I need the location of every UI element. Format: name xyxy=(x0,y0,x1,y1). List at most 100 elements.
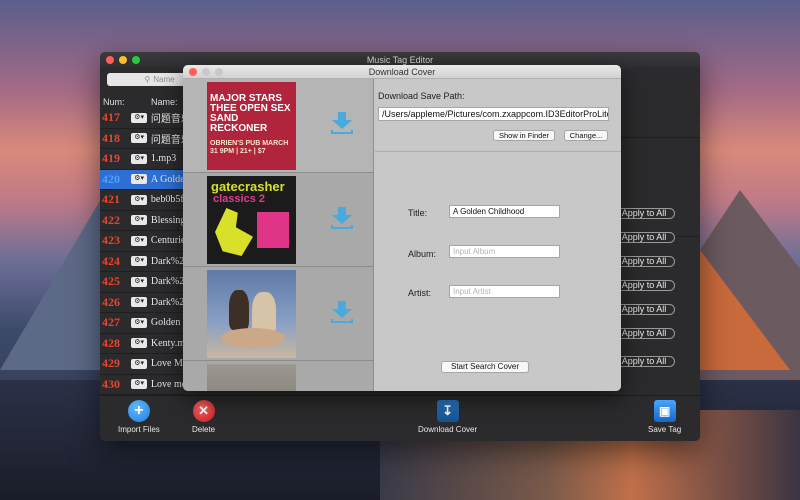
title-field[interactable]: A Golden Childhood xyxy=(449,205,560,218)
file-name: Dark%20 xyxy=(150,255,186,267)
save-path-label: Download Save Path: xyxy=(378,91,465,101)
file-name: 1.mp3 xyxy=(150,153,177,165)
file-list-row[interactable]: 428 ⚙▾Kenty.mp xyxy=(100,333,186,354)
cover-result-item[interactable] xyxy=(183,361,373,391)
row-number: 424 xyxy=(102,253,120,268)
zoom-window-button[interactable] xyxy=(132,56,140,64)
download-arrow-icon[interactable] xyxy=(331,207,353,231)
file-list-row[interactable]: 421 ⚙▾ beb0b5f xyxy=(100,190,186,211)
name-column-header: Name: xyxy=(151,97,178,107)
download-arrow-icon[interactable] xyxy=(331,112,353,136)
toolbar: + Import Files ✕ Delete ↧ Download Cover… xyxy=(100,395,700,441)
file-list-row[interactable]: 420 ⚙▾ A Golden xyxy=(100,169,186,190)
minimize-window-button[interactable] xyxy=(119,56,127,64)
file-name: A Golden xyxy=(150,173,186,185)
file-list-row[interactable]: 430 ⚙▾ Love me xyxy=(100,374,186,395)
file-name: Kenty.mp xyxy=(150,337,186,349)
apply-to-all-button[interactable]: Apply to All xyxy=(613,356,675,367)
file-name: Love me xyxy=(150,378,186,390)
start-search-cover-button[interactable]: Start Search Cover xyxy=(441,361,529,373)
artist-field[interactable]: Input Artist xyxy=(449,285,560,298)
apply-to-all-button[interactable]: Apply to All xyxy=(613,256,675,267)
apply-to-all-button[interactable]: Apply to All xyxy=(613,304,675,315)
file-list-row[interactable]: 429 ⚙▾ Love Mc xyxy=(100,354,186,375)
dialog-titlebar: Download Cover xyxy=(183,65,621,79)
cover-headline: gatecrasher xyxy=(211,179,285,194)
plus-icon: + xyxy=(127,400,150,422)
album-cover-image xyxy=(207,364,296,391)
apply-to-all-button[interactable]: Apply to All xyxy=(613,232,675,243)
gear-menu-icon[interactable]: ⚙▾ xyxy=(131,297,147,308)
minimize-dialog-button xyxy=(202,68,210,76)
row-number: 419 xyxy=(102,151,120,166)
download-cover-button[interactable]: ↧ Download Cover xyxy=(418,400,477,434)
file-list-row[interactable]: 424 ⚙▾ Dark%20 xyxy=(100,251,186,272)
album-cover-image xyxy=(207,270,296,358)
gear-menu-icon[interactable]: ⚙▾ xyxy=(131,379,147,390)
gear-menu-icon[interactable]: ⚙▾ xyxy=(131,338,147,349)
show-in-finder-button[interactable]: Show in Finder xyxy=(493,130,555,141)
close-dialog-button[interactable] xyxy=(189,68,197,76)
file-list-row[interactable]: 417 ⚙▾问题音乐 xyxy=(100,108,186,129)
close-window-button[interactable] xyxy=(106,56,114,64)
file-list: 417⚙▾问题音乐418⚙▾问题音乐419⚙▾1.mp3420⚙▾A Golde… xyxy=(100,108,186,436)
cover-results-list[interactable]: MAJOR STARS THEE OPEN SEX SAND RECKONER … xyxy=(183,79,374,391)
zoom-dialog-button xyxy=(215,68,223,76)
gear-menu-icon[interactable]: ⚙▾ xyxy=(131,133,147,144)
gear-menu-icon[interactable]: ⚙▾ xyxy=(131,194,147,205)
title-label: Title: xyxy=(408,208,428,218)
file-list-row[interactable]: 427 ⚙▾ Golden C xyxy=(100,313,186,334)
album-cover-image: MAJOR STARS THEE OPEN SEX SAND RECKONER … xyxy=(207,82,296,170)
cover-result-item[interactable] xyxy=(183,267,373,361)
gear-menu-icon[interactable]: ⚙▾ xyxy=(131,153,147,164)
save-tag-button[interactable]: ▣ Save Tag xyxy=(648,400,681,434)
row-number: 420 xyxy=(102,171,120,186)
file-list-row[interactable]: 426 ⚙▾ Dark%20 xyxy=(100,292,186,313)
gear-menu-icon[interactable]: ⚙▾ xyxy=(131,174,147,185)
apply-to-all-button[interactable]: Apply to All xyxy=(613,208,675,219)
file-list-row[interactable]: 419 ⚙▾ 1.mp3 xyxy=(100,149,186,170)
gear-menu-icon[interactable]: ⚙▾ xyxy=(131,256,147,267)
delete-button[interactable]: ✕ Delete xyxy=(192,400,215,434)
file-list-row[interactable]: 425 ⚙▾ Dark%20 xyxy=(100,272,186,293)
floppy-disk-icon: ▣ xyxy=(653,400,676,422)
dialog-title: Download Cover xyxy=(368,67,436,77)
file-list-row[interactable]: 418 ⚙▾问题音乐 xyxy=(100,128,186,149)
file-name: Golden C xyxy=(150,317,186,329)
gear-menu-icon[interactable]: ⚙▾ xyxy=(131,235,147,246)
download-icon: ↧ xyxy=(436,400,459,422)
cover-result-item[interactable]: gatecrasher classics 2 xyxy=(183,173,373,267)
gear-menu-icon[interactable]: ⚙▾ xyxy=(131,112,147,123)
cover-result-item[interactable]: MAJOR STARS THEE OPEN SEX SAND RECKONER … xyxy=(183,79,373,173)
row-number: 417 xyxy=(102,110,120,125)
file-name: Dark%20 xyxy=(150,276,186,288)
import-files-button[interactable]: + Import Files xyxy=(118,400,160,434)
row-number: 422 xyxy=(102,212,120,227)
album-label: Album: xyxy=(408,249,437,259)
file-list-row[interactable]: 423 ⚙▾ Centurie xyxy=(100,231,186,252)
album-field[interactable]: Input Album xyxy=(449,245,560,258)
num-column-header: Num: xyxy=(103,97,125,107)
file-name: 问题音乐 xyxy=(150,134,186,146)
gear-menu-icon[interactable]: ⚙▾ xyxy=(131,276,147,287)
file-list-row[interactable]: 422 ⚙▾ Blessing xyxy=(100,210,186,231)
gear-menu-icon[interactable]: ⚙▾ xyxy=(131,317,147,328)
download-cover-label: Download Cover xyxy=(418,425,478,434)
gear-menu-icon[interactable]: ⚙▾ xyxy=(131,215,147,226)
divider xyxy=(375,151,621,152)
save-path-field[interactable]: /Users/appleme/Pictures/com.zxappcom.ID3… xyxy=(378,107,609,121)
download-cover-dialog: Download Cover MAJOR STARS THEE OPEN SEX… xyxy=(183,65,621,391)
file-name: beb0b5f xyxy=(150,194,184,206)
row-number: 423 xyxy=(102,233,120,248)
main-window-title: Music Tag Editor xyxy=(366,55,434,65)
delete-label: Delete xyxy=(192,425,216,434)
gear-menu-icon[interactable]: ⚙▾ xyxy=(131,358,147,369)
download-arrow-icon[interactable] xyxy=(331,301,353,325)
file-name: Dark%20 xyxy=(150,296,186,308)
change-path-button[interactable]: Change... xyxy=(564,130,608,141)
row-number: 421 xyxy=(102,192,120,207)
apply-to-all-button[interactable]: Apply to All xyxy=(613,280,675,291)
file-name: Love Mc xyxy=(150,358,186,370)
search-icon: ⚲ xyxy=(144,75,151,84)
apply-to-all-button[interactable]: Apply to All xyxy=(613,328,675,339)
